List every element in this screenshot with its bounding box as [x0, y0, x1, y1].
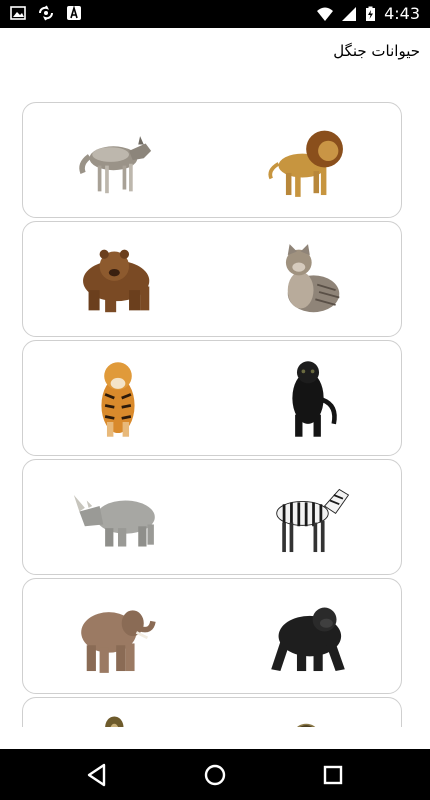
- wolf-icon[interactable]: [72, 116, 164, 206]
- list-item[interactable]: [22, 697, 402, 727]
- brown-bear-icon[interactable]: [72, 235, 164, 325]
- animal-cell[interactable]: [213, 579, 402, 695]
- app-header: حیوانات جنگل: [0, 28, 430, 78]
- page-title: حیوانات جنگل: [333, 42, 420, 60]
- animal-cell[interactable]: [23, 341, 213, 457]
- animal-cell[interactable]: [23, 579, 213, 695]
- status-bar: 4:43: [0, 0, 430, 28]
- gorilla-icon[interactable]: [262, 592, 354, 682]
- zebra-icon[interactable]: [262, 473, 354, 563]
- tiger-icon[interactable]: [72, 354, 164, 444]
- animal-cell[interactable]: [23, 222, 213, 338]
- rhinoceros-icon[interactable]: [72, 473, 164, 563]
- navigation-bar: [0, 749, 430, 800]
- lion-icon[interactable]: [262, 116, 354, 206]
- recents-icon[interactable]: [320, 762, 346, 788]
- snake-icon[interactable]: [262, 711, 354, 727]
- battery-charging-icon: [366, 6, 376, 21]
- back-icon[interactable]: [84, 762, 110, 788]
- image-icon: [10, 6, 26, 20]
- app-screen: 4:43 حیوانات جنگل: [0, 0, 430, 800]
- list-item[interactable]: [22, 459, 402, 575]
- animal-cell[interactable]: [213, 460, 402, 576]
- wifi-icon: [317, 7, 334, 21]
- app-a-icon: [67, 5, 81, 20]
- animal-cell[interactable]: [23, 103, 213, 219]
- list-item[interactable]: [22, 221, 402, 337]
- cobra-icon[interactable]: [72, 711, 164, 727]
- animal-list[interactable]: [22, 102, 402, 727]
- elephant-icon[interactable]: [72, 592, 164, 682]
- animal-cell[interactable]: [213, 103, 402, 219]
- signal-icon: [342, 6, 357, 21]
- animal-cell[interactable]: [213, 341, 402, 457]
- list-item[interactable]: [22, 102, 402, 218]
- sync-icon: [39, 5, 53, 21]
- wildcat-icon[interactable]: [262, 235, 354, 325]
- black-panther-icon[interactable]: [262, 354, 354, 444]
- home-icon[interactable]: [202, 762, 228, 788]
- animal-cell[interactable]: [213, 222, 402, 338]
- clock: 4:43: [384, 4, 420, 23]
- animal-cell[interactable]: [23, 460, 213, 576]
- list-item[interactable]: [22, 578, 402, 694]
- animal-cell[interactable]: [213, 698, 402, 727]
- list-item[interactable]: [22, 340, 402, 456]
- animal-cell[interactable]: [23, 698, 213, 727]
